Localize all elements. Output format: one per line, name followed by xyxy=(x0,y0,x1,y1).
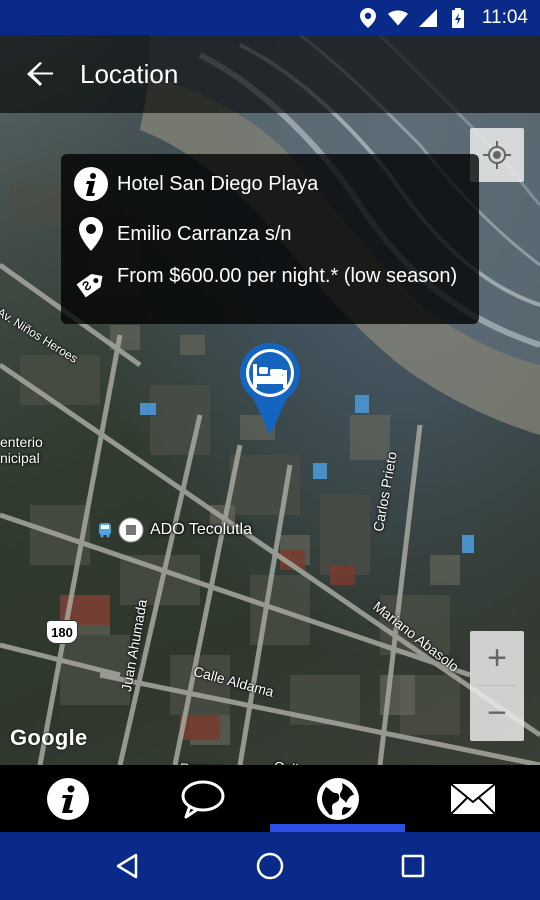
tab-info[interactable] xyxy=(0,765,135,832)
status-bar: 11:04 xyxy=(0,0,540,35)
zoom-in-button[interactable]: + xyxy=(470,631,524,685)
back-button[interactable] xyxy=(0,35,80,113)
google-logo: Google xyxy=(10,725,88,750)
hotel-price-row: From $600.00 per night.* (low season) xyxy=(73,266,473,302)
crosshair-icon xyxy=(483,141,511,169)
nav-home-button[interactable] xyxy=(240,836,300,896)
hotel-address-row: Emilio Carranza s/n xyxy=(73,216,292,252)
highway-shield: 180 xyxy=(46,620,78,644)
poi-ado-tecolutla[interactable]: ADO Tecolutla xyxy=(98,517,252,543)
triangle-back-icon xyxy=(116,853,137,879)
bed-marker-icon xyxy=(240,343,300,435)
hotel-map-marker[interactable] xyxy=(235,340,305,435)
transit-station-icon xyxy=(118,517,144,543)
signal-icon xyxy=(418,8,438,28)
app-bar: Location xyxy=(0,35,540,113)
circle-home-icon xyxy=(256,852,284,880)
status-time: 11:04 xyxy=(481,6,528,28)
bottom-tab-bar xyxy=(0,765,540,832)
tab-location[interactable] xyxy=(270,765,405,832)
info-icon xyxy=(73,166,109,202)
battery-icon xyxy=(448,7,468,28)
road-label-cementerio: enterio nicipal xyxy=(0,434,43,466)
map-pin-icon xyxy=(73,216,109,252)
speech-bubble-icon xyxy=(181,780,224,818)
hotel-price: From $600.00 per night.* (low season) xyxy=(117,265,458,287)
system-nav-bar xyxy=(0,832,540,900)
bus-icon xyxy=(99,523,111,538)
tab-comments[interactable] xyxy=(135,765,270,832)
square-recents-icon xyxy=(402,854,425,878)
hotel-name-row: Hotel San Diego Playa xyxy=(73,166,318,202)
info-icon xyxy=(46,777,89,820)
wifi-icon xyxy=(387,8,408,28)
tab-contact[interactable] xyxy=(405,765,540,832)
poi-label: ADO Tecolutla xyxy=(150,521,252,538)
envelope-icon xyxy=(449,782,496,815)
hotel-name: Hotel San Diego Playa xyxy=(117,172,319,195)
nav-back-button[interactable] xyxy=(97,836,157,896)
hotel-info-popup[interactable]: Hotel San Diego Playa Emilio Carranza s/… xyxy=(61,154,479,324)
location-icon xyxy=(358,7,378,28)
nav-recents-button[interactable] xyxy=(383,836,443,896)
zoom-controls: + − xyxy=(470,631,524,741)
price-tag-icon xyxy=(73,266,109,302)
globe-icon xyxy=(316,777,359,820)
page-title: Location xyxy=(80,58,179,89)
zoom-out-button[interactable]: − xyxy=(470,686,524,740)
arrow-back-icon xyxy=(27,62,53,86)
hotel-address: Emilio Carranza s/n xyxy=(117,222,292,245)
